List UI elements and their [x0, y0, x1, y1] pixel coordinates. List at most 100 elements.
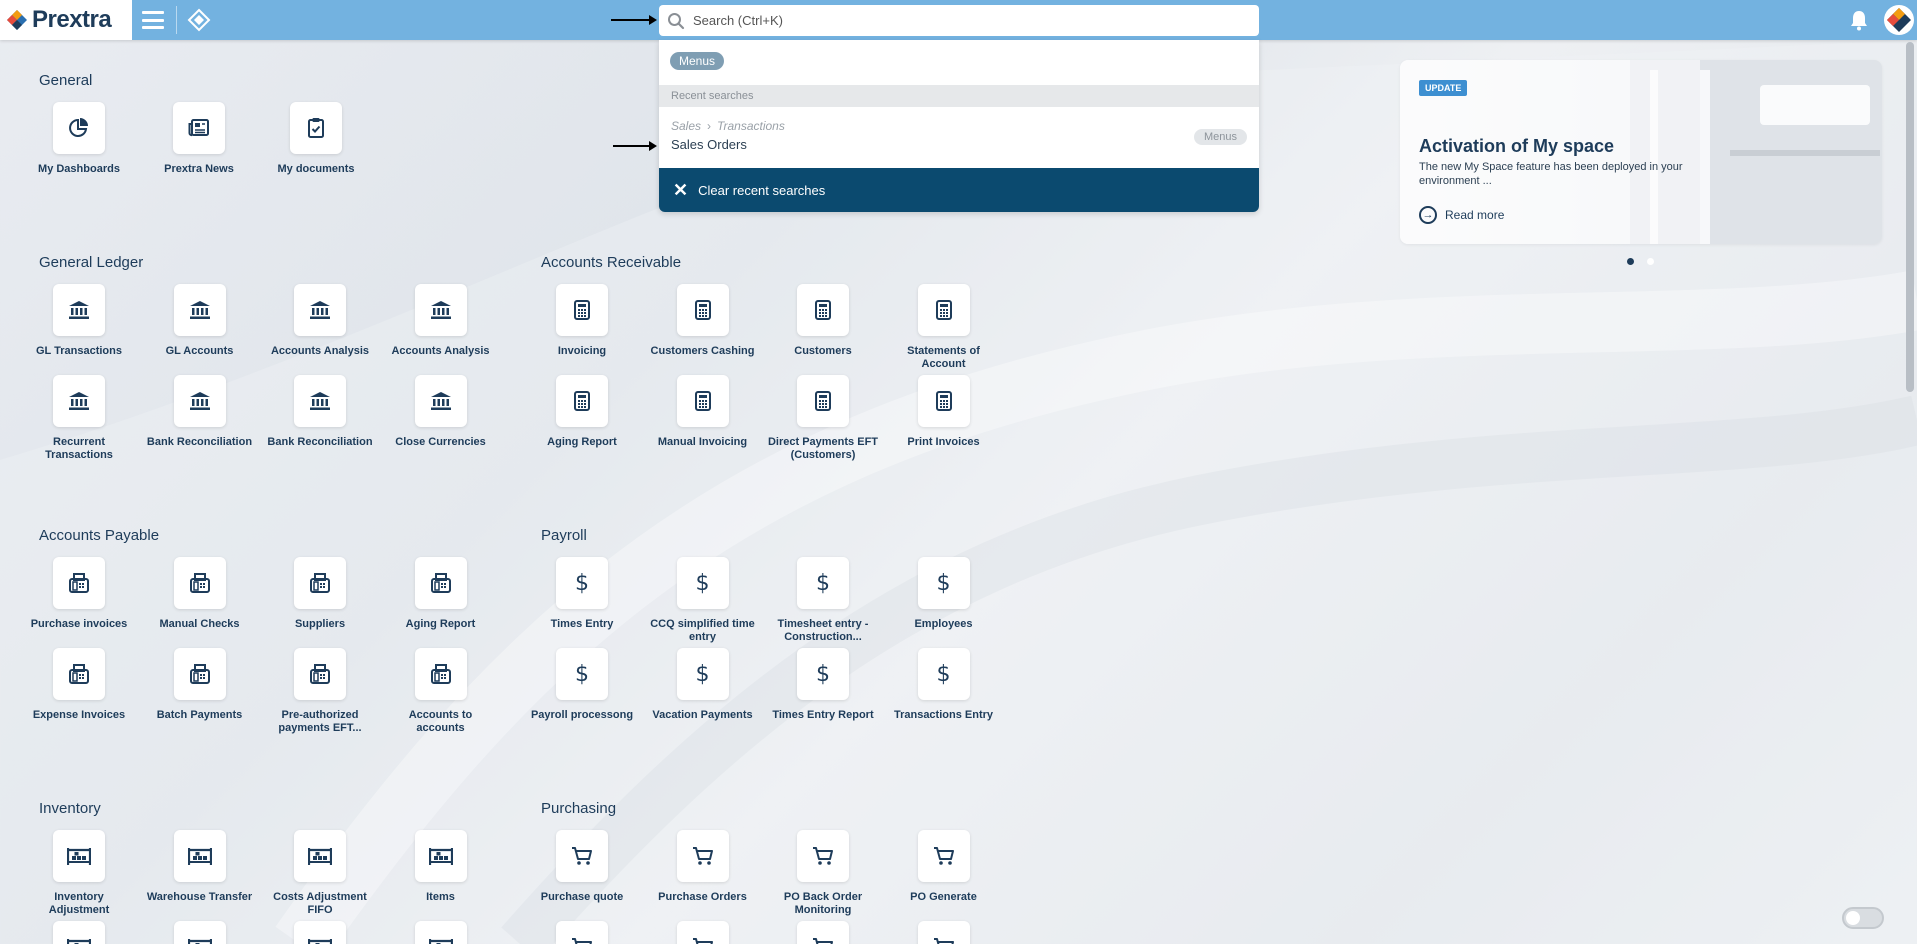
- search-bar[interactable]: [659, 5, 1259, 36]
- tile-batch-payments[interactable]: Batch Payments: [140, 648, 260, 722]
- tile-inventory-adjustment[interactable]: Inventory Adjustment: [19, 830, 139, 917]
- tile-times-entry-report[interactable]: $ Times Entry Report: [763, 648, 883, 722]
- tile-bank-reconciliation[interactable]: Bank Reconciliation: [140, 375, 260, 449]
- tile-label: Times Entry: [550, 618, 614, 630]
- tile-label: Customers: [794, 345, 852, 357]
- tile-aging-report[interactable]: Aging Report: [522, 375, 642, 449]
- tile-my-dashboards[interactable]: My Dashboards: [19, 102, 139, 176]
- breadcrumb-part: Sales: [671, 119, 702, 133]
- clipboard-check-icon: [308, 118, 324, 138]
- tile-purchase-invoices[interactable]: Purchase invoices: [19, 557, 139, 631]
- carousel-dot-active[interactable]: [1627, 258, 1634, 265]
- cart-icon: [933, 937, 955, 944]
- tile-icon-box: [917, 830, 970, 882]
- fax-icon: [68, 664, 90, 684]
- recent-search-item[interactable]: Sales › Transactions Sales Orders Menus: [659, 113, 1259, 163]
- tile-bank-reconciliation[interactable]: Bank Reconciliation: [260, 375, 380, 449]
- tile-print-invoices[interactable]: Print Invoices: [884, 375, 1004, 449]
- tile-po-back-order-monitoring[interactable]: PO Back Order Monitoring: [763, 830, 883, 917]
- tile-accounts-to-accounts[interactable]: Accounts to accounts: [381, 648, 501, 735]
- warehouse-icon: [428, 846, 453, 866]
- tile-partial[interactable]: [884, 921, 1004, 944]
- bell-icon[interactable]: [1847, 8, 1871, 32]
- tile-partial[interactable]: [763, 921, 883, 944]
- tile-expense-invoices[interactable]: Expense Invoices: [19, 648, 139, 722]
- recent-searches-header: Recent searches: [659, 85, 1259, 107]
- toggle-knob: [1846, 911, 1860, 925]
- tile-warehouse-transfer[interactable]: Warehouse Transfer: [140, 830, 260, 904]
- tile-statements-of-account[interactable]: Statements of Account: [884, 284, 1004, 371]
- calculator-icon: [815, 391, 831, 411]
- tile-my-documents[interactable]: My documents: [256, 102, 376, 176]
- search-input[interactable]: [693, 13, 1233, 28]
- tile-label: Aging Report: [547, 436, 617, 448]
- tile-ccq-simplified-time-entry[interactable]: $ CCQ simplified time entry: [643, 557, 763, 644]
- tile-employees[interactable]: $ Employees: [884, 557, 1004, 631]
- tile-prextra-news[interactable]: Prextra News: [139, 102, 259, 176]
- fax-icon: [430, 573, 452, 593]
- tile-purchase-orders[interactable]: Purchase Orders: [643, 830, 763, 904]
- clear-recent-searches-button[interactable]: ✕ Clear recent searches: [659, 168, 1259, 212]
- calculator-icon: [935, 300, 952, 320]
- tile-icon-box: $: [917, 648, 970, 700]
- tile-suppliers[interactable]: Suppliers: [260, 557, 380, 631]
- dollar-icon: $: [695, 661, 710, 687]
- chevron-right-icon: ›: [707, 119, 712, 133]
- tile-icon-box: [294, 284, 346, 336]
- tile-partial[interactable]: [643, 921, 763, 944]
- section-title-accounts-receivable: Accounts Receivable: [541, 254, 682, 271]
- tile-accounts-analysis[interactable]: Accounts Analysis: [260, 284, 380, 358]
- tile-payroll-processong[interactable]: $ Payroll processong: [522, 648, 642, 722]
- diamond-home-icon[interactable]: [186, 8, 212, 32]
- tile-customers[interactable]: Customers: [763, 284, 883, 358]
- tile-label: Accounts to accounts: [408, 709, 473, 734]
- hamburger-menu-icon[interactable]: [140, 8, 166, 32]
- cart-icon: [571, 937, 593, 944]
- tile-icon-box: [676, 284, 729, 336]
- tile-partial[interactable]: [522, 921, 642, 944]
- tile-pre-authorized-payments-eft[interactable]: Pre-authorized payments EFT...: [260, 648, 380, 735]
- tile-transactions-entry[interactable]: $ Transactions Entry: [884, 648, 1004, 722]
- tile-label: Warehouse Transfer: [146, 891, 253, 903]
- section-title-inventory: Inventory: [39, 800, 101, 817]
- tile-icon-box: $: [676, 648, 729, 700]
- tile-icon-box: [53, 557, 105, 609]
- tile-accounts-analysis[interactable]: Accounts Analysis: [381, 284, 501, 358]
- tile-customers-cashing[interactable]: Customers Cashing: [643, 284, 763, 358]
- read-more-link[interactable]: → Read more: [1419, 206, 1504, 224]
- tile-gl-transactions[interactable]: GL Transactions: [19, 284, 139, 358]
- dollar-icon: $: [575, 661, 589, 687]
- tile-close-currencies[interactable]: Close Currencies: [381, 375, 501, 449]
- tile-gl-accounts[interactable]: GL Accounts: [140, 284, 260, 358]
- tile-label: Manual Checks: [159, 618, 240, 630]
- filter-chip-menus[interactable]: Menus: [670, 52, 725, 70]
- tile-aging-report[interactable]: Aging Report: [381, 557, 501, 631]
- tile-partial[interactable]: [381, 921, 501, 944]
- carousel-dot[interactable]: [1647, 258, 1654, 265]
- avatar[interactable]: [1884, 5, 1914, 35]
- tile-label: Accounts Analysis: [270, 345, 369, 357]
- calculator-icon: [694, 300, 711, 320]
- tile-po-generate[interactable]: PO Generate: [884, 830, 1004, 904]
- tile-partial[interactable]: [140, 921, 260, 944]
- tile-items[interactable]: Items: [381, 830, 501, 904]
- tile-invoicing[interactable]: Invoicing: [522, 284, 642, 358]
- update-card[interactable]: UPDATE Activation of My space The new My…: [1400, 60, 1882, 244]
- tile-manual-checks[interactable]: Manual Checks: [140, 557, 260, 631]
- tile-times-entry[interactable]: $ Times Entry: [522, 557, 642, 631]
- tile-direct-payments-eft-customers[interactable]: Direct Payments EFT (Customers): [763, 375, 883, 462]
- update-description: The new My Space feature has been deploy…: [1419, 161, 1683, 187]
- tile-costs-adjustment-fifo[interactable]: Costs Adjustment FIFO: [260, 830, 380, 917]
- tile-purchase-quote[interactable]: Purchase quote: [522, 830, 642, 904]
- cart-icon: [933, 846, 955, 866]
- logo[interactable]: Prextra: [0, 0, 132, 40]
- tile-timesheet-entry-construction[interactable]: $ Timesheet entry - Construction...: [763, 557, 883, 644]
- tile-recurrent-transactions[interactable]: Recurrent Transactions: [19, 375, 139, 462]
- tile-partial[interactable]: [260, 921, 380, 944]
- theme-toggle[interactable]: [1842, 907, 1884, 929]
- tile-partial[interactable]: [19, 921, 139, 944]
- annotation-arrow-recent: [613, 141, 657, 151]
- scrollbar[interactable]: [1906, 42, 1914, 392]
- tile-vacation-payments[interactable]: $ Vacation Payments: [643, 648, 763, 722]
- tile-manual-invoicing[interactable]: Manual Invoicing: [643, 375, 763, 449]
